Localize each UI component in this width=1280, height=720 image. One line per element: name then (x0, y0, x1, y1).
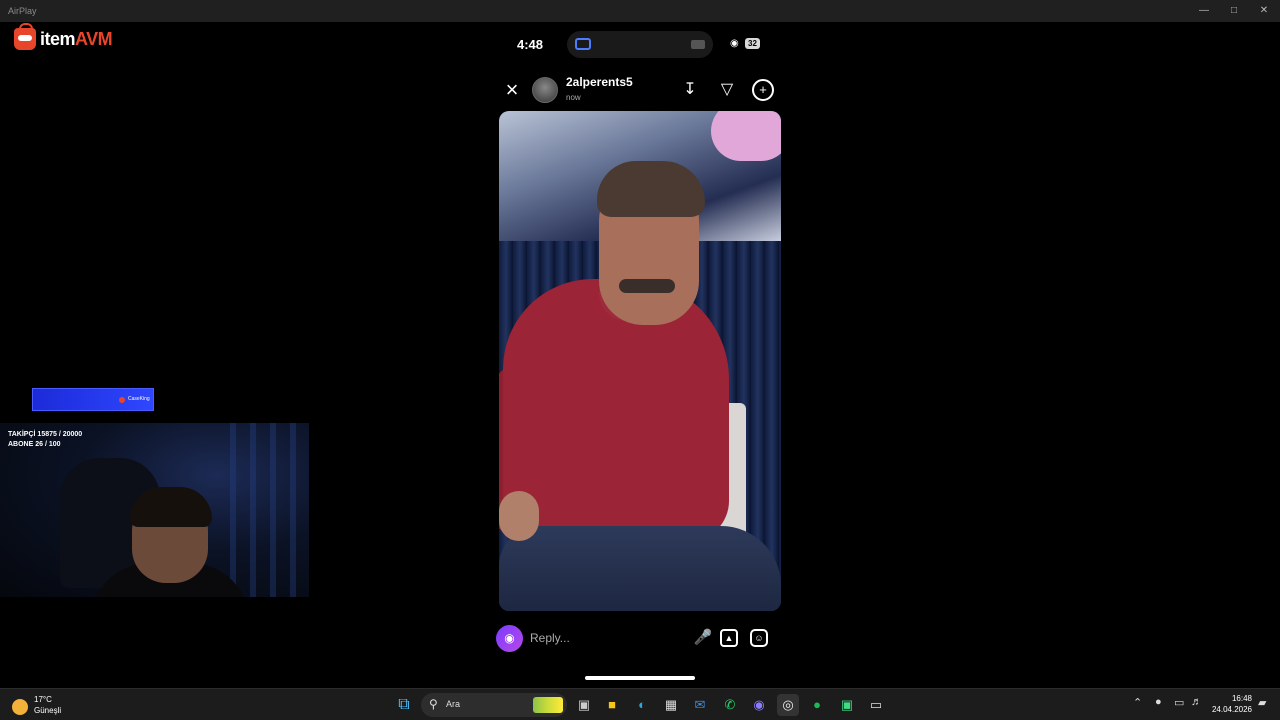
microphone-tray-icon[interactable]: ● (1155, 696, 1162, 708)
close-window-button[interactable]: ✕ (1248, 0, 1280, 22)
sun-icon (12, 699, 28, 715)
volume-icon[interactable]: ♬ (1191, 696, 1202, 708)
phone-mirror: 4:48 ◉ 32 × 2alperents5 now ↧ ▽ + ◉ Repl… (487, 22, 793, 688)
discord-icon[interactable]: ◉ (748, 694, 770, 716)
clock-time: 16:48 (1231, 694, 1252, 703)
screen-mirroring-icon (575, 38, 591, 50)
reply-input[interactable]: Reply... (530, 631, 570, 645)
chevron-up-icon[interactable]: ⌃ (1133, 696, 1142, 709)
wifi-icon: ◉ (730, 38, 739, 49)
weather-condition: Güneşli (34, 706, 62, 715)
home-indicator[interactable] (585, 676, 695, 680)
windows-start-icon[interactable]: ⧉ (393, 694, 415, 716)
windows-taskbar: 17°C Güneşli ⧉ ⚲ Ara ▣ ■ ◐ ▦ ✉ ✆ ◉ ◎ ● ▣… (0, 688, 1280, 720)
airplay-app-icon[interactable]: ▭ (865, 694, 887, 716)
jeans (499, 526, 781, 611)
shopping-bag-icon (14, 23, 36, 50)
weather-temp: 17°C (34, 695, 52, 704)
stream-goals: TAKİPÇİ 15875 / 20000 ABONE 26 / 100 (8, 430, 82, 450)
mail-icon[interactable]: ✉ (689, 694, 711, 716)
reply-bar: ◉ Reply... 🎤 ▲ ☺ (496, 622, 784, 654)
sponsor-text: CaseKing (128, 396, 150, 402)
sponsor-logo-icon (119, 397, 125, 403)
story-username[interactable]: 2alperents5 (566, 75, 633, 89)
camera-icon[interactable]: ◉ (496, 625, 523, 652)
subscriber-goal: ABONE 26 / 100 (8, 441, 61, 448)
task-view-icon[interactable]: ▣ (573, 694, 595, 716)
window-titlebar: AirPlay — □ ✕ (0, 0, 1280, 22)
gallery-icon[interactable]: ▲ (720, 629, 738, 647)
notification-icon[interactable]: ▰ (1258, 696, 1266, 709)
avatar[interactable] (532, 77, 558, 103)
edge-browser-icon[interactable]: ◐ (631, 694, 653, 716)
download-icon[interactable]: ↧ (679, 79, 701, 101)
battery-indicator: 32 (745, 38, 760, 49)
taskbar-search[interactable]: ⚲ Ara (421, 693, 567, 717)
live-activity-icon (691, 40, 705, 49)
network-icon[interactable]: ▭ (1174, 696, 1184, 709)
streamer-hair (130, 487, 212, 527)
taskbar-clock[interactable]: 16:48 24.04.2026 (1208, 693, 1252, 715)
clock-date: 24.04.2026 (1211, 705, 1252, 714)
obs-icon[interactable]: ◎ (777, 694, 799, 716)
sticker-icon[interactable]: ☺ (750, 629, 768, 647)
ios-status-bar: 4:48 ◉ 32 (487, 22, 793, 66)
minimize-button[interactable]: — (1188, 0, 1220, 22)
story-header: × 2alperents5 now ↧ ▽ + (487, 72, 793, 112)
add-circle-icon[interactable]: + (752, 79, 774, 101)
logo-wordmark: itemAVM (40, 28, 113, 49)
status-time: 4:48 (517, 37, 544, 52)
whatsapp-icon[interactable]: ✆ (719, 694, 741, 716)
file-explorer-icon[interactable]: ■ (601, 694, 623, 716)
microsoft-store-icon[interactable]: ▦ (660, 694, 682, 716)
maximize-button[interactable]: □ (1218, 0, 1250, 22)
story-media[interactable] (499, 111, 781, 611)
microphone-icon[interactable]: 🎤 (692, 627, 714, 649)
close-icon[interactable]: × (502, 79, 522, 101)
dynamic-island (567, 31, 713, 58)
follower-goal: TAKİPÇİ 15875 / 20000 (8, 431, 83, 438)
filter-icon[interactable]: ▽ (716, 79, 738, 101)
window-title: AirPlay (8, 6, 37, 16)
search-highlight-icon (533, 697, 563, 713)
itemavm-logo: itemAVM (14, 23, 113, 52)
android-app-icon[interactable]: ▣ (836, 694, 858, 716)
search-input[interactable]: Ara (446, 699, 460, 709)
search-icon: ⚲ (429, 697, 438, 711)
sponsor-banner: CaseKing (32, 388, 154, 411)
spotify-icon[interactable]: ● (806, 694, 828, 716)
story-timestamp: now (566, 93, 581, 102)
